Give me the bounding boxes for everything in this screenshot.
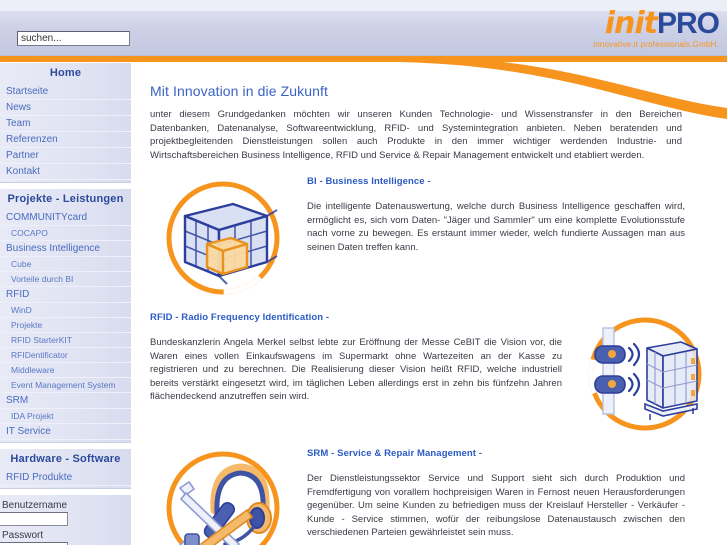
username-label: Benutzername [2, 500, 68, 511]
sidebar-item-wind[interactable]: WinD [0, 303, 131, 318]
password-label: Passwort [2, 530, 44, 541]
sidebar-item-projekte[interactable]: Projekte [0, 318, 131, 333]
data-cube-icon [155, 176, 291, 302]
logo-init-text: init [604, 6, 658, 41]
sidebar-item-cocapo[interactable]: COCAPO [0, 226, 131, 241]
search-input[interactable] [17, 31, 130, 46]
section-title-srm: SRM - Service & Repair Management - [307, 448, 483, 459]
sidebar-item-partner[interactable]: Partner [0, 148, 131, 164]
sidebar-item-kontakt[interactable]: Kontakt [0, 164, 131, 180]
username-field[interactable] [0, 512, 68, 526]
sidebar-item-startseite[interactable]: Startseite [0, 84, 131, 100]
sidebar-item-news[interactable]: News [0, 100, 131, 116]
sidebar-item-cube[interactable]: Cube [0, 257, 131, 272]
nav-heading-home: Home [49, 67, 82, 79]
sidebar-item-srm[interactable]: SRM [0, 393, 131, 409]
sidebar-item-rfid-produkte[interactable]: RFID Produkte [0, 470, 131, 486]
logo-tagline: .innovative.it professionals.GmbH. [590, 40, 719, 49]
section-text-srm: Der Dienstleistungssektor Service und Su… [307, 473, 685, 538]
sidebar-item-rfid[interactable]: RFID [0, 287, 131, 303]
sidebar-item-middleware[interactable]: Middleware [0, 363, 131, 378]
site-logo[interactable]: initPRO .innovative.it professionals.Gmb… [590, 6, 720, 50]
nav-block-projekte-leistungen: Projekte - Leistungen COMMUNITYcard COCA… [0, 188, 131, 443]
nav-block-home: Home Startseite News Team Referenzen Par… [0, 62, 131, 183]
sidebar-item-ida-projekt[interactable]: IDA Projekt [0, 409, 131, 424]
headset-tools-icon [155, 448, 291, 545]
sidebar-item-communitycard[interactable]: COMMUNITYcard [0, 210, 131, 226]
section-title-bi: BI - Business Intelligence - [307, 176, 431, 187]
sidebar-item-referenzen[interactable]: Referenzen [0, 132, 131, 148]
logo-wordmark: initPRO [591, 6, 720, 41]
login-block: Benutzername Passwort [0, 494, 131, 545]
section-srm: SRM - Service & Repair Management - Der … [137, 448, 717, 545]
logo-pro-text: PRO [656, 7, 720, 40]
sidebar-item-it-service[interactable]: IT Service [0, 424, 131, 440]
section-rfid: RFID - Radio Frequency Identification - … [137, 312, 717, 434]
section-body-srm: SRM - Service & Repair Management - Der … [307, 448, 685, 540]
section-business-intelligence: BI - Business Intelligence - Die intelli… [137, 176, 717, 298]
rfid-reader-pallet-icon [581, 312, 717, 438]
sidebar-item-rfidentificator[interactable]: RFIDentificator [0, 348, 131, 363]
intro-paragraph: unter diesem Grundgedanken möchten wir u… [150, 109, 682, 161]
main-content: Mit Innovation in die Zukunft unter dies… [137, 62, 717, 545]
sidebar-item-vorteile-durch-bi[interactable]: Vorteile durch BI [0, 272, 131, 287]
sidebar-item-team[interactable]: Team [0, 116, 131, 132]
nav-heading-projekte-leistungen: Projekte - Leistungen [7, 193, 124, 205]
section-body-bi: BI - Business Intelligence - Die intelli… [307, 176, 685, 254]
page-title: Mit Innovation in die Zukunft [150, 83, 328, 99]
section-body-rfid: RFID - Radio Frequency Identification - … [150, 312, 562, 404]
section-text-bi: Die intelligente Datenauswertung, welche… [307, 201, 685, 253]
section-text-rfid: Bundeskanzlerin Angela Merkel selbst leb… [150, 337, 562, 402]
page-root: initPRO .innovative.it professionals.Gmb… [0, 0, 727, 545]
nav-block-hardware-software: Hardware - Software RFID Produkte [0, 448, 131, 489]
site-header: initPRO .innovative.it professionals.Gmb… [0, 0, 727, 56]
sidebar-item-rfid-starterkit[interactable]: RFID StarterKIT [0, 333, 131, 348]
nav-heading-hardware-software: Hardware - Software [10, 453, 121, 465]
sidebar-item-business-intelligence[interactable]: Business Intelligence [0, 241, 131, 257]
sidebar-item-event-management-system[interactable]: Event Management System [0, 378, 131, 393]
section-title-rfid: RFID - Radio Frequency Identification - [150, 312, 330, 323]
sidebar: Home Startseite News Team Referenzen Par… [0, 62, 131, 545]
